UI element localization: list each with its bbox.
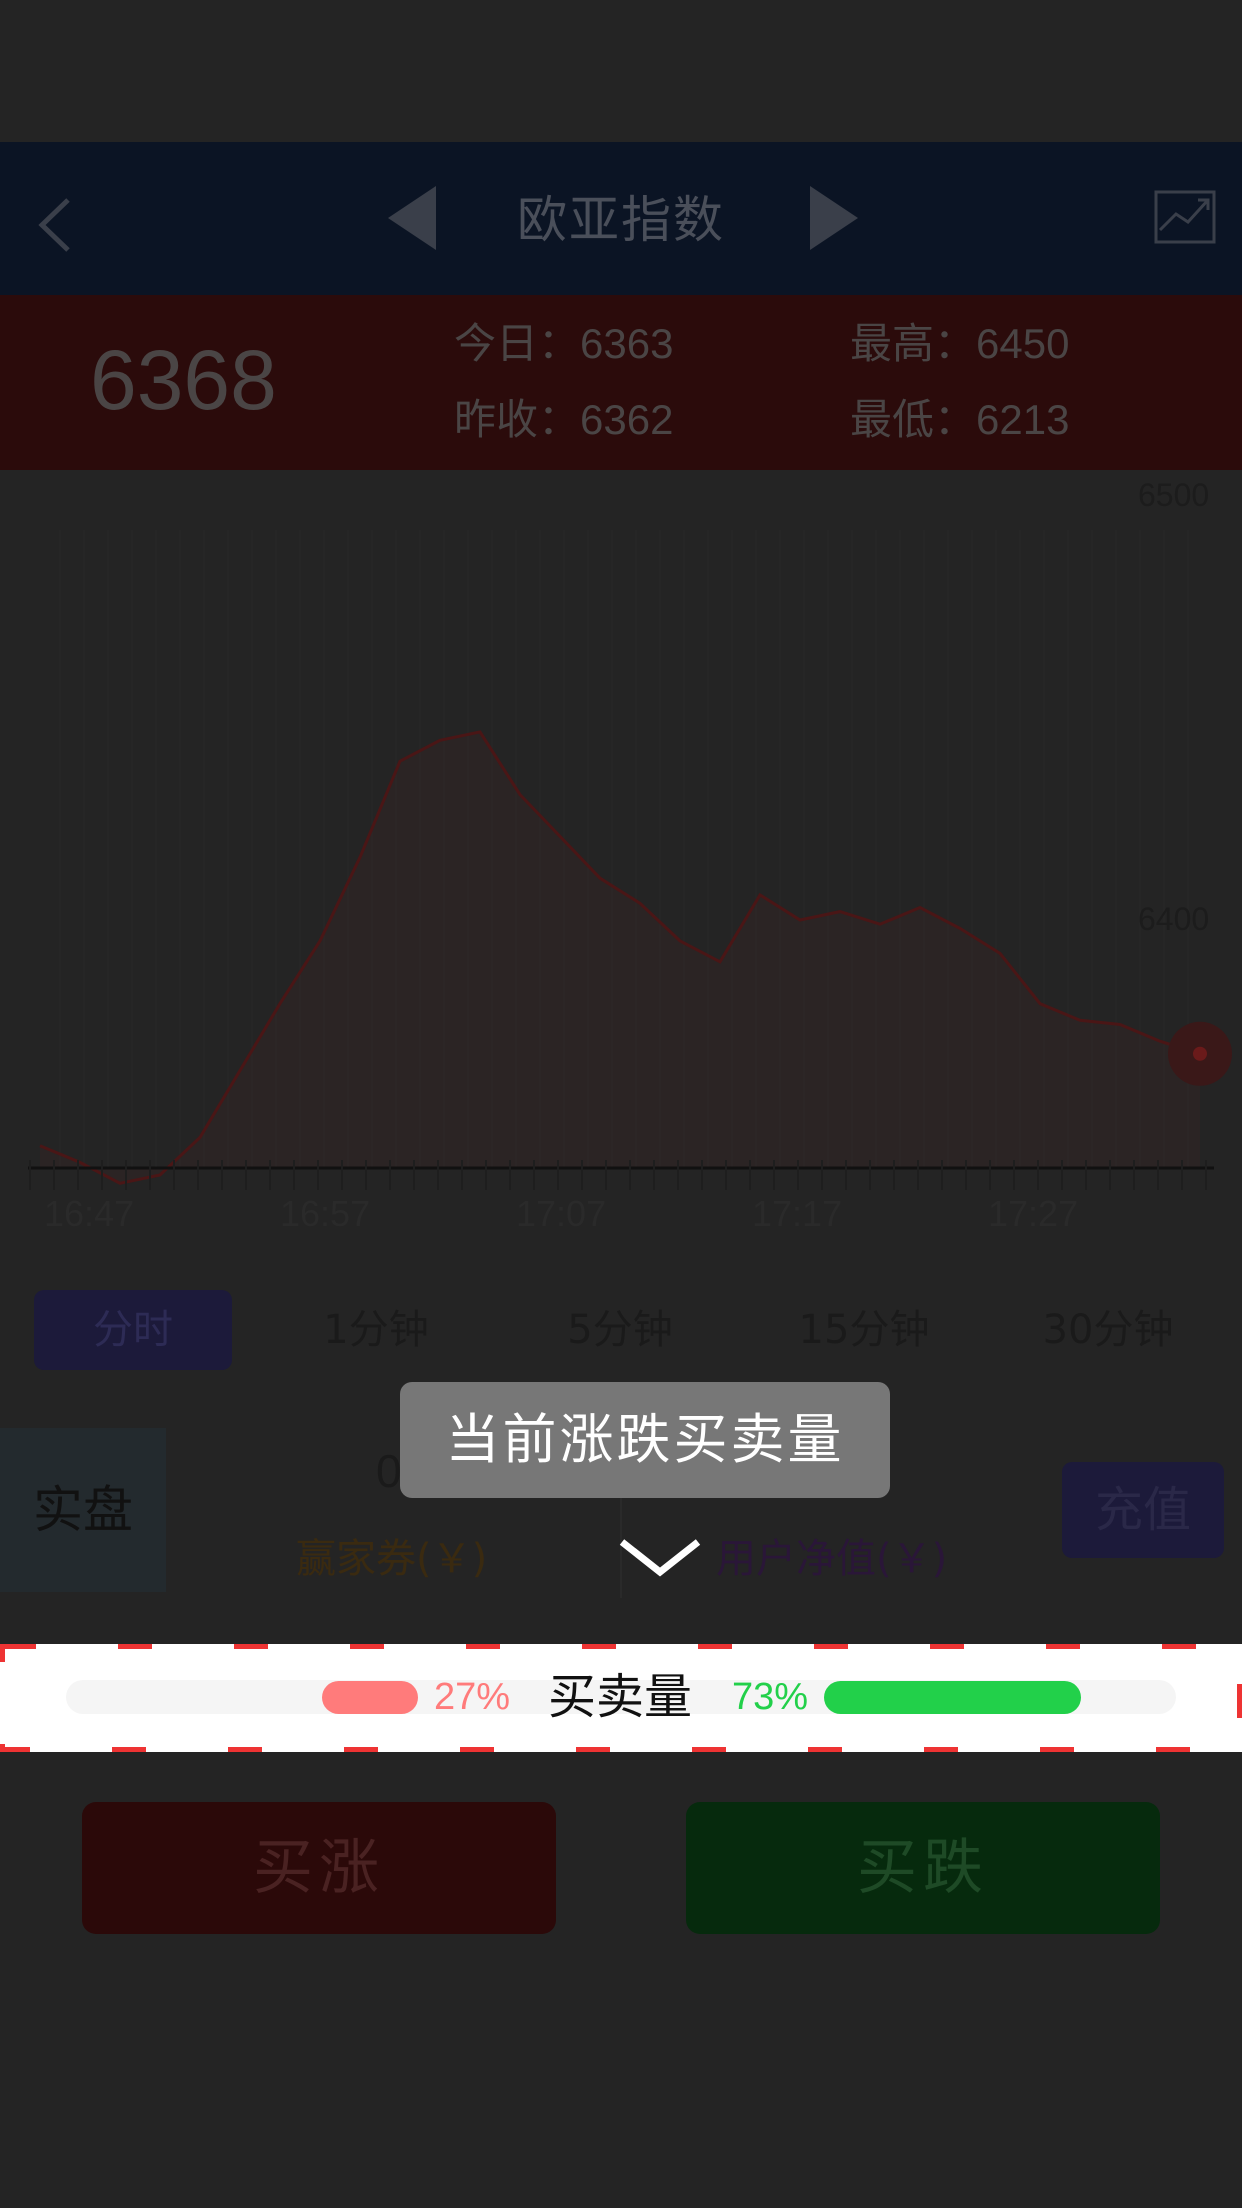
prev-close-value: 6362	[580, 396, 674, 443]
tab-1[interactable]: 1分钟	[276, 1290, 476, 1370]
chart-x-label: 16:47	[44, 1193, 134, 1234]
chart-x-label: 17:07	[516, 1193, 606, 1234]
tab-3[interactable]: 15分钟	[764, 1290, 964, 1370]
today-stat: 今日：6363	[454, 316, 673, 372]
volume-title: 买卖量	[547, 1669, 692, 1725]
interval-tabs: 分时 1分钟 5分钟 15分钟 30分钟	[0, 1270, 1242, 1390]
guide-tooltip: 当前涨跌买卖量	[400, 1382, 890, 1498]
live-account-tab[interactable]: 实盘	[0, 1428, 166, 1592]
prev-close-label: 昨收：	[454, 396, 581, 443]
tab-2[interactable]: 5分钟	[520, 1290, 720, 1370]
high-value: 6450	[976, 320, 1070, 367]
today-value: 6363	[580, 320, 674, 367]
buy-percent: 27%	[434, 1676, 511, 1718]
chart-y-label: 6400	[1138, 901, 1209, 937]
chart-y-label: 6500	[1138, 477, 1209, 513]
chart-last-point	[1193, 1046, 1207, 1061]
net-value-label: 用户净值(￥)	[716, 1536, 948, 1582]
page-title: 欧亚指数	[517, 191, 725, 249]
today-label: 今日：	[454, 320, 581, 367]
current-price: 6368	[90, 333, 277, 427]
prev-close-stat: 昨收：6362	[454, 392, 673, 448]
coupon-label: 赢家券(￥)	[296, 1536, 488, 1582]
recharge-button[interactable]: 充值	[1062, 1462, 1224, 1558]
tab-4[interactable]: 30分钟	[1008, 1290, 1208, 1370]
chart-x-label: 17:27	[988, 1193, 1078, 1234]
high-stat: 最高：6450	[850, 316, 1069, 372]
back-chevron-icon[interactable]	[28, 190, 98, 260]
sell-volume-bar	[824, 1681, 1081, 1714]
trend-chart-icon[interactable]	[1150, 180, 1220, 250]
next-triangle-icon[interactable]	[806, 182, 862, 254]
sell-percent: 73%	[732, 1676, 809, 1718]
price-chart[interactable]: 16:47 16:57 17:07 17:17 17:27 6500 6400	[0, 470, 1242, 1260]
high-label: 最高：	[850, 320, 977, 367]
buy-down-button[interactable]: 买跌	[686, 1802, 1160, 1934]
price-chart-svg: 16:47 16:57 17:07 17:17 17:27 6500 6400	[28, 477, 1232, 1234]
status-bar	[0, 0, 1242, 142]
buy-volume-bar	[322, 1681, 418, 1714]
chevron-down-icon[interactable]	[618, 1536, 702, 1580]
buy-up-button[interactable]: 买涨	[82, 1802, 556, 1934]
low-label: 最低：	[850, 396, 977, 443]
chart-x-label: 16:57	[280, 1193, 370, 1234]
low-value: 6213	[976, 396, 1070, 443]
coupon-value: 0	[376, 1445, 402, 1497]
chart-x-label: 17:17	[752, 1193, 842, 1234]
tab-0[interactable]: 分时	[34, 1290, 232, 1370]
low-stat: 最低：6213	[850, 392, 1069, 448]
